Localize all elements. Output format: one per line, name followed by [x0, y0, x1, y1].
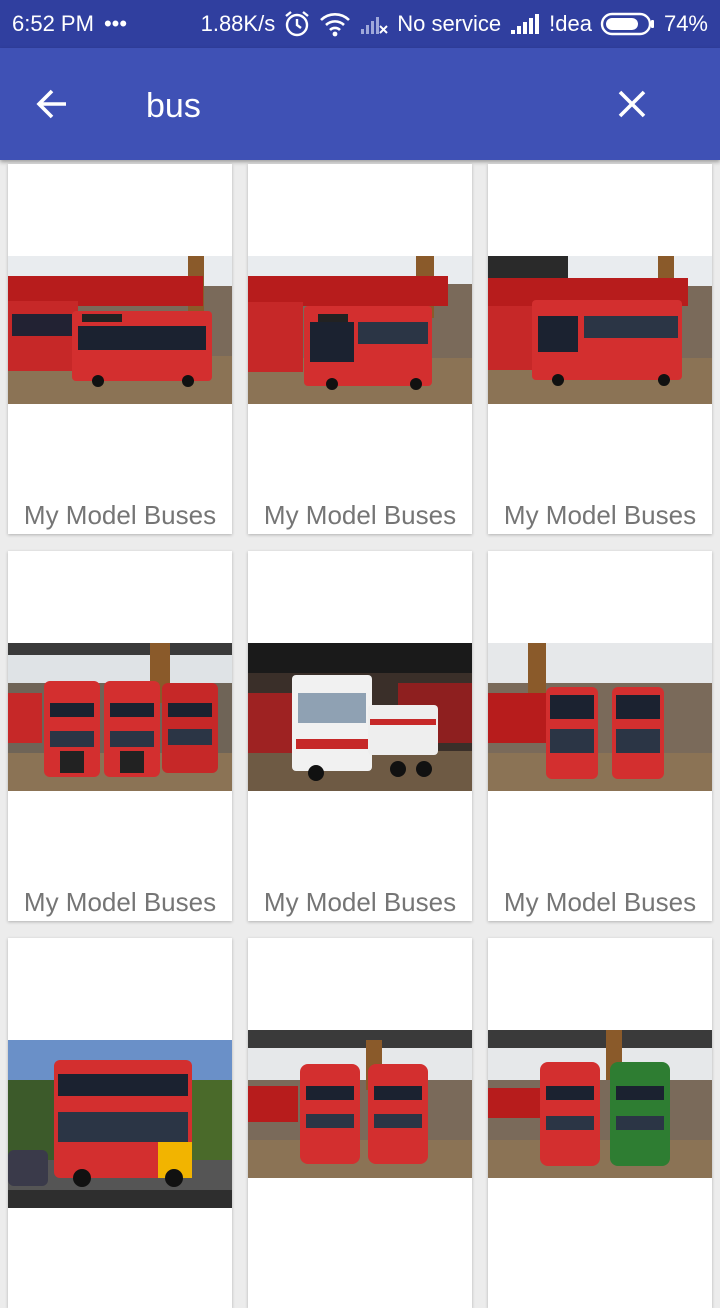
- result-card[interactable]: [248, 938, 472, 1308]
- status-bar: 6:52 PM ••• 1.88K/s No service !dea 74%: [0, 0, 720, 48]
- close-icon: [618, 90, 646, 118]
- result-card[interactable]: My Model Buses: [248, 551, 472, 921]
- result-label: My Model Buses: [23, 887, 217, 917]
- clock: 6:52 PM: [12, 11, 94, 36]
- result-thumbnail: [248, 1030, 472, 1178]
- result-thumbnail: [488, 1030, 712, 1178]
- result-card[interactable]: My Model Buses: [488, 164, 712, 534]
- result-card[interactable]: My Model Buses: [248, 164, 472, 534]
- wifi-icon: [319, 11, 351, 37]
- result-thumbnail: [248, 256, 472, 404]
- result-thumbnail: [8, 256, 232, 404]
- result-label: My Model Buses: [263, 500, 457, 530]
- service-status: No service: [397, 11, 502, 36]
- no-signal-icon: [359, 12, 389, 36]
- signal-icon: [509, 12, 541, 36]
- result-card[interactable]: My Model Buses: [8, 551, 232, 921]
- more-notifications-icon: •••: [103, 11, 128, 36]
- result-label: My Model Buses: [23, 500, 217, 530]
- search-input[interactable]: [144, 78, 588, 134]
- network-speed: 1.88K/s: [200, 11, 276, 36]
- result-card[interactable]: My Model Buses: [488, 551, 712, 921]
- result-label: My Model Buses: [503, 500, 697, 530]
- clear-search-button[interactable]: [602, 74, 662, 134]
- alarm-icon: [283, 10, 311, 38]
- battery-icon: [600, 11, 656, 37]
- result-label: My Model Buses: [263, 887, 457, 917]
- battery-percent: 74%: [663, 11, 708, 36]
- carrier-name: !dea: [549, 11, 592, 36]
- arrow-back-icon: [36, 89, 66, 119]
- result-thumbnail: [8, 1040, 232, 1208]
- search-app-bar: [0, 48, 720, 160]
- result-card[interactable]: My Model Buses: [8, 164, 232, 534]
- result-thumbnail: [248, 643, 472, 791]
- result-card[interactable]: [488, 938, 712, 1308]
- result-card[interactable]: [8, 938, 232, 1308]
- result-thumbnail: [488, 256, 712, 404]
- result-thumbnail: [8, 643, 232, 791]
- result-label: My Model Buses: [503, 887, 697, 917]
- back-button[interactable]: [22, 74, 82, 134]
- result-thumbnail: [488, 643, 712, 791]
